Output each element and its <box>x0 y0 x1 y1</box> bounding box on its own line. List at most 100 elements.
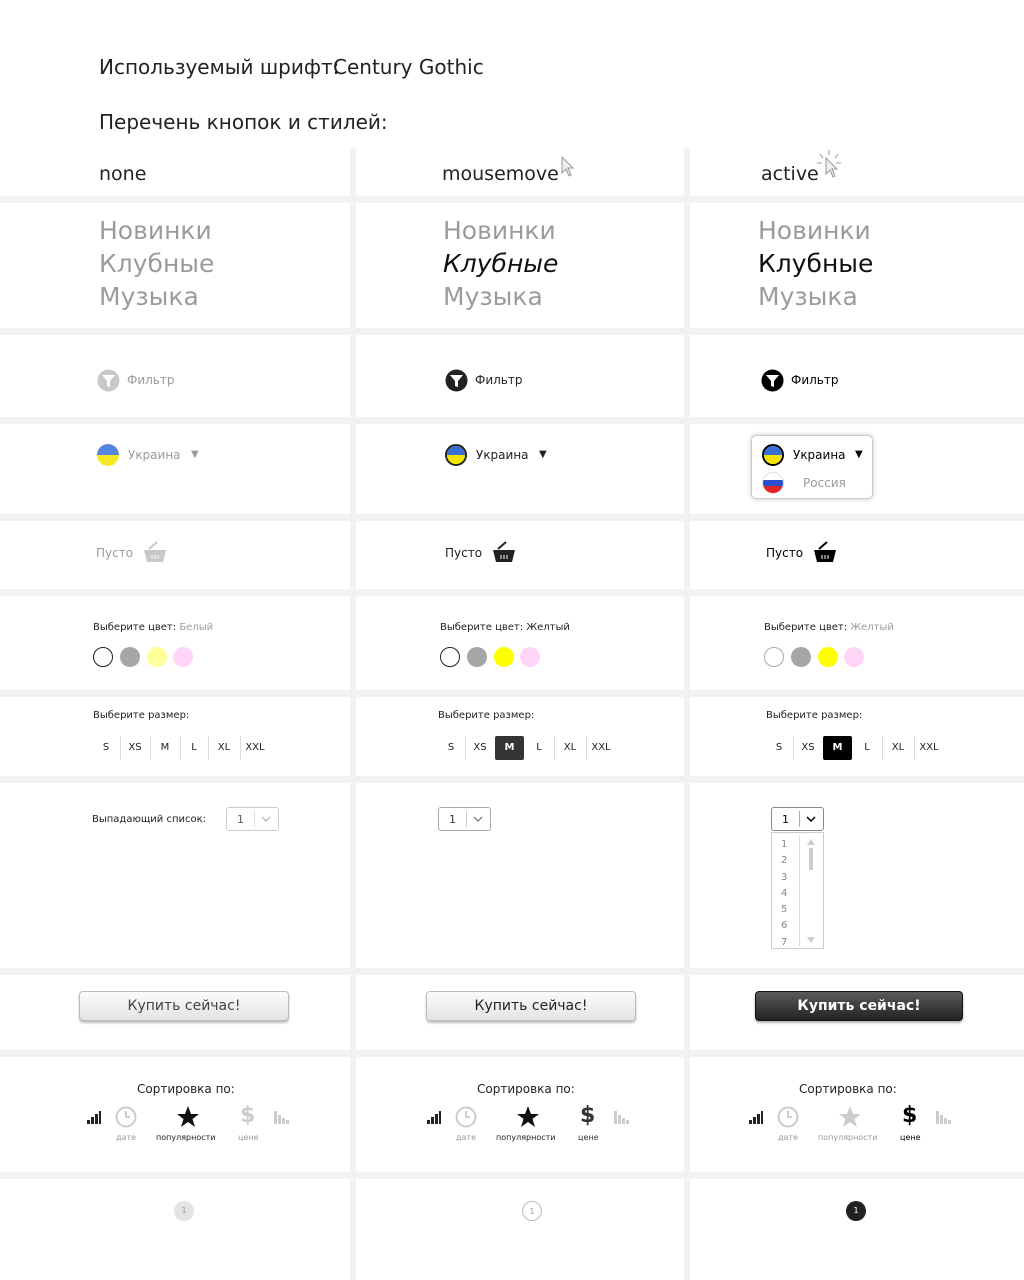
size-xxl[interactable]: XXL <box>586 736 615 760</box>
color-swatch-gray[interactable] <box>120 647 140 667</box>
size-s[interactable]: S <box>441 736 461 760</box>
buy-now-button-none[interactable]: Купить сейчас! <box>79 991 289 1021</box>
sort-by-popularity[interactable]: популярности <box>156 1133 215 1142</box>
size-xl[interactable]: XL <box>882 736 913 760</box>
dropdown-option[interactable]: 4 <box>781 886 787 902</box>
size-s[interactable]: S <box>769 736 789 760</box>
category-music[interactable]: Музыка <box>758 280 873 313</box>
sort-asc-icon[interactable] <box>614 1111 630 1125</box>
country-select-mousemove[interactable]: Украина ▼ <box>445 444 565 468</box>
dollar-icon[interactable]: $ <box>240 1103 255 1128</box>
sort-by-date[interactable]: дате <box>778 1133 798 1142</box>
color-swatch-white[interactable] <box>440 647 460 667</box>
cart-none[interactable]: Пусто <box>96 540 176 566</box>
country-option-selected[interactable]: Украина <box>793 448 846 462</box>
color-swatch-gray[interactable] <box>467 647 487 667</box>
dollar-icon[interactable]: $ <box>902 1103 917 1128</box>
clock-icon[interactable] <box>455 1106 477 1128</box>
chevron-down-icon <box>473 816 483 823</box>
size-m[interactable]: M <box>150 736 179 760</box>
star-icon[interactable] <box>516 1105 540 1128</box>
color-swatch-yellow-hover[interactable] <box>494 647 514 667</box>
dropdown-options-list[interactable]: 1 2 3 4 5 6 7 <box>771 832 824 949</box>
color-swatch-yellow-active[interactable] <box>818 647 838 667</box>
dropdown-select-active[interactable]: 1 <box>771 807 824 831</box>
color-swatch-yellow[interactable] <box>147 647 167 667</box>
filter-button-none[interactable]: Фильтр <box>97 369 217 393</box>
category-music[interactable]: Музыка <box>99 280 214 313</box>
size-xs[interactable]: XS <box>120 736 149 760</box>
dropdown-select-none[interactable]: 1 <box>226 807 279 831</box>
color-swatch-white[interactable] <box>764 647 784 667</box>
sort-by-price-active[interactable]: цене <box>900 1133 921 1142</box>
category-club-hover[interactable]: Клубные <box>443 247 558 280</box>
sort-desc-icon[interactable] <box>426 1111 442 1125</box>
buy-now-button-active[interactable]: Купить сейчас! <box>755 991 963 1021</box>
sort-by-popularity[interactable]: популярности <box>818 1133 877 1142</box>
clock-icon[interactable] <box>777 1106 799 1128</box>
dropdown-option[interactable]: 2 <box>781 853 787 869</box>
color-swatch-pink[interactable] <box>520 647 540 667</box>
color-swatch-white[interactable] <box>93 647 113 667</box>
color-swatch-pink[interactable] <box>173 647 193 667</box>
sort-asc-icon[interactable] <box>936 1111 952 1125</box>
dropdown-option[interactable]: 1 <box>781 837 787 853</box>
page-button-mousemove[interactable]: 1 <box>522 1201 542 1221</box>
category-music[interactable]: Музыка <box>443 280 558 313</box>
star-icon[interactable] <box>176 1105 200 1128</box>
star-icon[interactable] <box>838 1105 862 1128</box>
sort-by-price-hover[interactable]: цене <box>578 1133 599 1142</box>
dropdown-option[interactable]: 3 <box>781 870 787 886</box>
filter-label: Фильтр <box>475 373 523 387</box>
size-l[interactable]: L <box>854 736 880 760</box>
cart-label: Пусто <box>766 546 804 560</box>
color-swatch-gray[interactable] <box>791 647 811 667</box>
category-new[interactable]: Новинки <box>758 214 873 247</box>
country-dropdown-open[interactable]: Украина ▼ Россия <box>751 435 873 499</box>
dropdown-option[interactable]: 5 <box>781 902 787 918</box>
dollar-icon[interactable]: $ <box>580 1103 595 1128</box>
buy-now-button-mousemove[interactable]: Купить сейчас! <box>426 991 636 1021</box>
size-l[interactable]: L <box>180 736 207 760</box>
scroll-up-icon[interactable] <box>807 839 815 845</box>
sort-by-date[interactable]: дате <box>456 1133 476 1142</box>
category-new[interactable]: Новинки <box>99 214 214 247</box>
dropdown-option[interactable]: 6 <box>781 918 787 934</box>
cart-active[interactable]: Пусто <box>766 540 846 566</box>
filter-button-active[interactable]: Фильтр <box>761 369 881 393</box>
category-club-active[interactable]: Клубные <box>758 247 873 280</box>
filter-button-mousemove[interactable]: Фильтр <box>445 369 565 393</box>
sort-by-price[interactable]: цене <box>238 1133 259 1142</box>
dropdown-select-mousemove[interactable]: 1 <box>438 807 491 831</box>
size-picker-label: Выберите размер: <box>438 710 535 721</box>
size-xs[interactable]: XS <box>793 736 822 760</box>
size-l[interactable]: L <box>526 736 552 760</box>
scrollbar-thumb[interactable] <box>809 848 813 870</box>
dropdown-arrow-icon: ▼ <box>191 449 199 460</box>
country-option[interactable]: Россия <box>803 476 846 490</box>
size-xl[interactable]: XL <box>208 736 239 760</box>
clock-icon[interactable] <box>115 1106 137 1128</box>
sort-desc-icon[interactable] <box>86 1111 102 1125</box>
cursor-click-icon <box>817 150 841 178</box>
category-club[interactable]: Клубные <box>99 247 214 280</box>
cart-mousemove[interactable]: Пусто <box>445 540 525 566</box>
size-m-active[interactable]: M <box>823 736 852 760</box>
size-m-hover[interactable]: M <box>495 736 524 760</box>
sort-by-popularity[interactable]: популярности <box>496 1133 555 1142</box>
size-xxl[interactable]: XXL <box>914 736 943 760</box>
page-button-none[interactable]: 1 <box>174 1201 194 1221</box>
dropdown-option[interactable]: 7 <box>781 935 787 951</box>
sort-asc-icon[interactable] <box>274 1111 290 1125</box>
category-new[interactable]: Новинки <box>443 214 558 247</box>
country-select-none[interactable]: Украина ▼ <box>97 444 217 468</box>
size-s[interactable]: S <box>96 736 116 760</box>
sort-desc-icon[interactable] <box>748 1111 764 1125</box>
color-swatch-pink[interactable] <box>844 647 864 667</box>
size-xxl[interactable]: XXL <box>240 736 269 760</box>
scroll-down-icon[interactable] <box>807 937 815 943</box>
size-xl[interactable]: XL <box>554 736 585 760</box>
page-button-active[interactable]: 1 <box>846 1201 866 1221</box>
size-xs[interactable]: XS <box>465 736 494 760</box>
sort-by-date[interactable]: дате <box>116 1133 136 1142</box>
